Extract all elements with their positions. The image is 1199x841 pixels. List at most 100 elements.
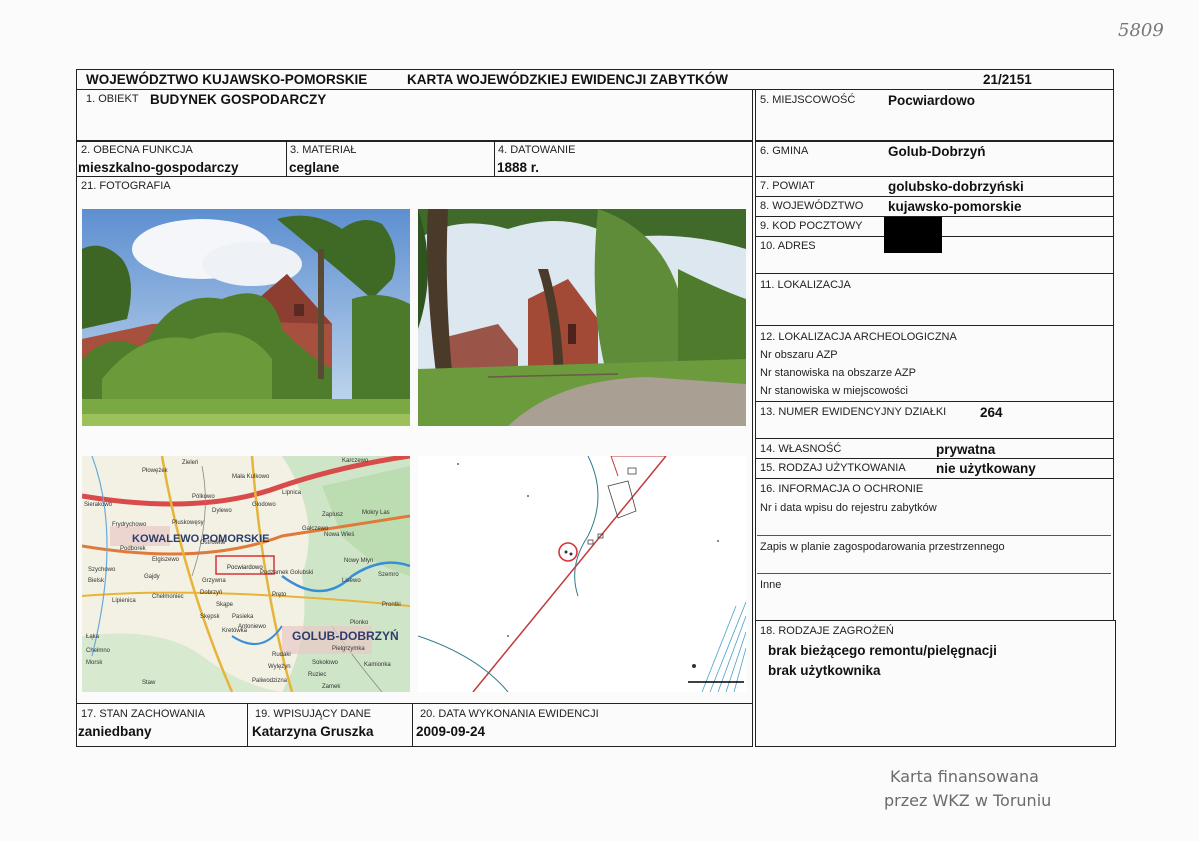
map-place: Grzywna bbox=[202, 578, 226, 584]
map-place: Plonko bbox=[350, 620, 369, 626]
powiat-label: 7. POWIAT bbox=[760, 180, 815, 192]
data-label: 20. DATA WYKONANIA EWIDENCJI bbox=[420, 708, 599, 720]
map-place: Dobrzyń bbox=[200, 590, 222, 596]
map-place: Podborek bbox=[120, 546, 147, 552]
map-place: Pluskowęsy bbox=[172, 520, 204, 526]
wlasnosc-value: prywatna bbox=[936, 442, 996, 457]
gmina-label: 6. GMINA bbox=[760, 145, 809, 157]
map-place: Pasieka bbox=[232, 614, 254, 620]
map-place: Zaplusz bbox=[322, 512, 343, 518]
map-place: Paliwodzizna bbox=[252, 678, 288, 684]
dzialka-value: 264 bbox=[980, 405, 1003, 420]
map-place: Łąka bbox=[86, 634, 100, 640]
lokalizacja-label: 11. LOKALIZACJA bbox=[760, 279, 851, 291]
zagrozenia-cell bbox=[755, 620, 1116, 747]
fotografia-label: 21. FOTOGRAFIA bbox=[81, 180, 171, 192]
map-place: Dylewo bbox=[212, 508, 232, 514]
datowanie-value: 1888 r. bbox=[497, 160, 540, 175]
uzytkowanie-value: nie użytkowany bbox=[936, 461, 1036, 476]
map-place: Płowężek bbox=[142, 468, 169, 474]
region-title: WOJEWÓDZTWO KUJAWSKO-POMORSKIE bbox=[86, 72, 368, 87]
funkcja-value: mieszkalno-gospodarczy bbox=[78, 160, 239, 175]
map-place: Podzamek Golubski bbox=[260, 570, 313, 576]
map-place: Karczewo bbox=[342, 458, 369, 464]
datowanie-label: 4. DATOWANIE bbox=[498, 144, 576, 156]
map-place: Chełmoniec bbox=[152, 594, 184, 600]
map-place: Morsk bbox=[86, 660, 103, 666]
map-place: Pielgrzymka bbox=[332, 646, 365, 652]
map-place: Lipnica bbox=[282, 490, 302, 496]
data-value: 2009-09-24 bbox=[416, 724, 486, 739]
wojewodztwo-label: 8. WOJEWÓDZTWO bbox=[760, 200, 864, 212]
map-place: Elgiszewo bbox=[152, 557, 180, 563]
archeo-line-miejscowosc: Nr stanowiska w miejscowości bbox=[760, 385, 908, 397]
dzialka-label: 13. NUMER EWIDENCYJNY DZIAŁKI bbox=[760, 406, 947, 418]
map-place: Nowy Młyn bbox=[344, 558, 373, 564]
wlasnosc-label: 14. WŁASNOŚĆ bbox=[760, 443, 842, 455]
map-place: Lipienica bbox=[112, 598, 136, 604]
miejscowosc-label: 5. MIEJSCOWOŚĆ bbox=[760, 94, 856, 106]
map-place: Rudaki bbox=[272, 652, 291, 658]
map-place: Chełmno bbox=[86, 648, 111, 654]
redaction-box bbox=[884, 217, 942, 253]
map-place: Bielsk bbox=[88, 578, 105, 584]
card-number: 21/2151 bbox=[983, 72, 1032, 87]
obiekt-value: BUDYNEK GOSPODARCZY bbox=[150, 92, 327, 107]
kod-label: 9. KOD POCZTOWY bbox=[760, 220, 863, 232]
map-place: Mała Kulkowo bbox=[232, 474, 270, 480]
map-place: Szemro bbox=[378, 572, 399, 578]
map-place: Sokołowo bbox=[312, 660, 339, 666]
map-place: Pólkowo bbox=[192, 494, 215, 500]
archeo-line-azp: Nr obszaru AZP bbox=[760, 349, 838, 361]
map-place: Wylężyn bbox=[268, 664, 291, 670]
ochrona-line-rejestr: Nr i data wpisu do rejestru zabytków bbox=[760, 502, 937, 514]
wojewodztwo-value: kujawsko-pomorskie bbox=[888, 199, 1022, 214]
card-title: KARTA WOJEWÓDZKIEJ EWIDENCJI ZABYTKÓW bbox=[407, 72, 728, 87]
map-place: Pręto bbox=[272, 592, 287, 598]
adres-label: 10. ADRES bbox=[760, 240, 816, 252]
archeo-label: 12. LOKALIZACJA ARCHEOLOGICZNA bbox=[760, 331, 957, 343]
map-place: Szychowo bbox=[88, 567, 116, 573]
map-target-label: Pocwiardowo bbox=[227, 565, 263, 571]
map-place: Ruziec bbox=[308, 672, 326, 678]
map-place: Staw bbox=[142, 680, 156, 686]
material-label: 3. MATERIAŁ bbox=[290, 144, 357, 156]
map-place: Sierakowo bbox=[84, 502, 113, 508]
map-place: Ostrowite bbox=[200, 540, 226, 546]
map-place: Zamek bbox=[322, 684, 341, 690]
map-town-golub: GOLUB-DOBRZYŃ bbox=[292, 628, 399, 643]
location-map: KOWALEWO POMORSKIE Pocwiardowo GOLUB-DOB… bbox=[82, 456, 410, 692]
wpisujacy-value: Katarzyna Gruszka bbox=[252, 724, 374, 739]
map-place: Głodowo bbox=[252, 502, 276, 508]
map-place: Skąpe bbox=[216, 602, 234, 608]
divider bbox=[757, 573, 1111, 574]
photo-building-front bbox=[82, 209, 410, 426]
cadastral-map bbox=[418, 456, 746, 692]
stamp-line-1: Karta finansowana bbox=[890, 767, 1039, 786]
zagrozenia-label: 18. RODZAJE ZAGROŻEŃ bbox=[760, 625, 894, 637]
map-place: Skępsk bbox=[200, 614, 221, 620]
map-place: Zieleń bbox=[182, 460, 198, 466]
stamp-line-2: przez WKZ w Toruniu bbox=[884, 791, 1052, 810]
funkcja-label: 2. OBECNA FUNKCJA bbox=[81, 144, 193, 156]
divider bbox=[757, 535, 1111, 536]
map-place: Lisewo bbox=[342, 578, 361, 584]
map-place: Frydrychowo bbox=[112, 522, 147, 528]
ochrona-label: 16. INFORMACJA O OCHRONIE bbox=[760, 483, 924, 495]
ochrona-line-inne: Inne bbox=[760, 579, 782, 591]
uzytkowanie-label: 15. RODZAJ UŻYTKOWANIA bbox=[760, 462, 906, 474]
stan-label: 17. STAN ZACHOWANIA bbox=[81, 708, 206, 720]
obiekt-label: 1. OBIEKT bbox=[86, 93, 139, 105]
map-place: Mokry Las bbox=[362, 510, 390, 516]
map-place: Prontki bbox=[382, 602, 401, 608]
wpisujacy-label: 19. WPISUJĄCY DANE bbox=[255, 708, 371, 720]
handwritten-number: 5809 bbox=[1118, 20, 1164, 41]
map-place: Nowa Wieś bbox=[324, 532, 354, 538]
powiat-value: golubsko-dobrzyński bbox=[888, 179, 1024, 194]
map-place: Kamionka bbox=[364, 662, 391, 668]
archeo-line-stanowisko: Nr stanowiska na obszarze AZP bbox=[760, 367, 916, 379]
stan-value: zaniedbany bbox=[78, 724, 152, 739]
zagrozenia-value-1: brak bieżącego remontu/pielęgnacji bbox=[768, 643, 997, 658]
gmina-value: Golub-Dobrzyń bbox=[888, 144, 986, 159]
ochrona-line-plan: Zapis w planie zagospodarowania przestrz… bbox=[760, 541, 1005, 553]
